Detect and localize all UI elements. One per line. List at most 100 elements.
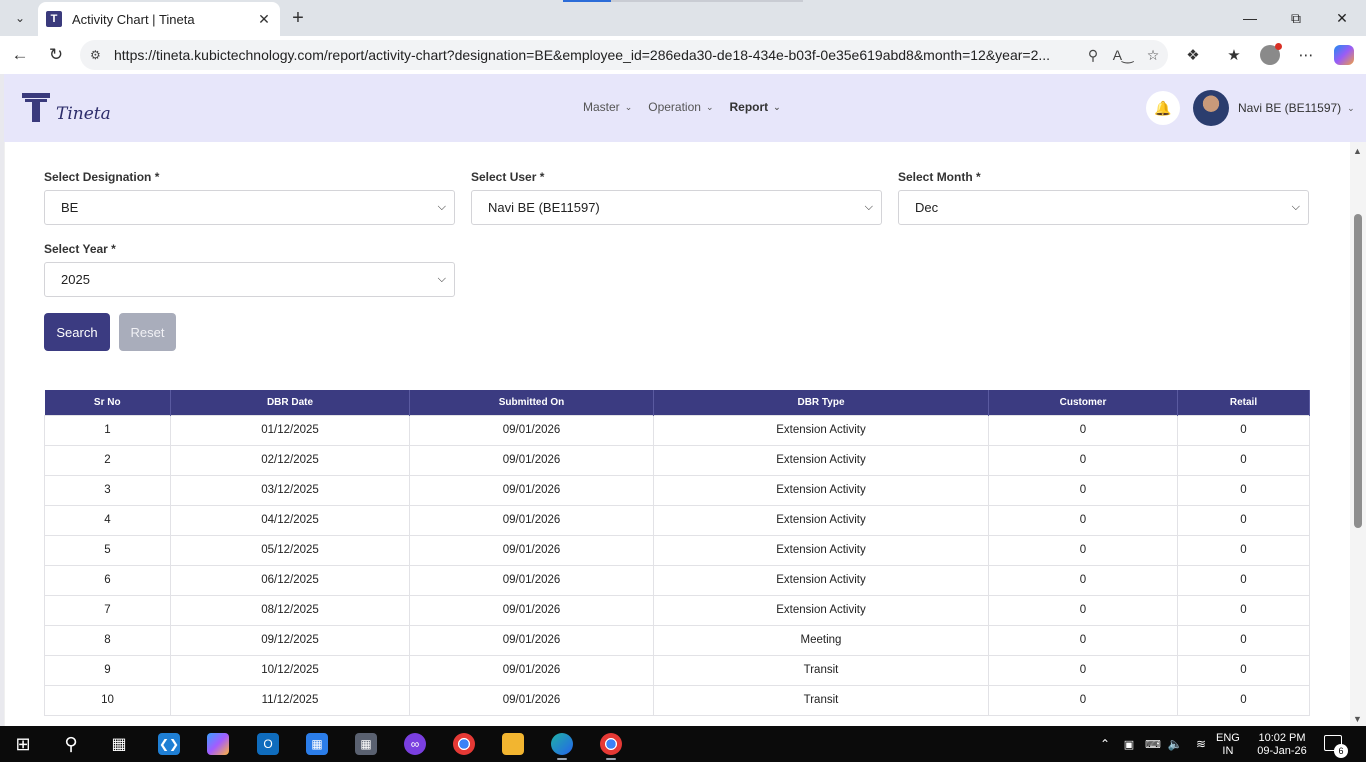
- cell-retail: 0: [1177, 594, 1310, 626]
- profile-avatar-icon[interactable]: [1258, 43, 1282, 67]
- tab-close-icon[interactable]: ✕: [256, 11, 272, 28]
- nav-report[interactable]: Report ⌄: [729, 100, 780, 114]
- outlook-icon[interactable]: O: [257, 733, 279, 755]
- volume-icon[interactable]: 🔈: [1164, 733, 1186, 755]
- column-header-retail[interactable]: Retail: [1177, 390, 1310, 415]
- cell-retail: 0: [1177, 414, 1310, 446]
- designation-value: BE: [61, 200, 79, 215]
- favorites-icon[interactable]: ★: [1222, 43, 1246, 67]
- user-avatar[interactable]: [1193, 90, 1229, 126]
- url-text[interactable]: https://tineta.kubictechnology.com/repor…: [114, 47, 1078, 63]
- table-row[interactable]: 7 08/12/2025 09/01/2026 Extension Activity 0…: [44, 594, 1310, 626]
- meet-app-icon[interactable]: ∞: [404, 733, 426, 755]
- back-arrow-icon[interactable]: ←: [8, 43, 32, 67]
- notification-bell-icon[interactable]: 🔔: [1146, 91, 1180, 125]
- calculator-icon[interactable]: ▦: [355, 733, 377, 755]
- task-view-icon[interactable]: ▦: [108, 733, 130, 755]
- browser-toolbar: ← ↻ ⚙ https://tineta.kubictechnology.com…: [0, 36, 1366, 74]
- tab-list-chevron-icon[interactable]: ⌄: [8, 6, 32, 30]
- table-row[interactable]: 9 10/12/2025 09/01/2026 Transit 0 0: [44, 654, 1310, 686]
- column-header-sr-no[interactable]: Sr No: [44, 390, 171, 415]
- copilot-icon[interactable]: [1332, 43, 1356, 67]
- edge-icon[interactable]: [551, 733, 573, 760]
- table-row[interactable]: 10 11/12/2025 09/01/2026 Transit 0 0: [44, 684, 1310, 716]
- reset-button[interactable]: Reset: [119, 313, 176, 351]
- tineta-logo-icon[interactable]: [22, 93, 50, 123]
- column-header-customer[interactable]: Customer: [988, 390, 1178, 415]
- cell-dbr-date: 10/12/2025: [170, 654, 410, 686]
- main-nav: Master ⌄ Operation ⌄ Report ⌄: [583, 100, 781, 114]
- minimize-icon[interactable]: —: [1238, 6, 1262, 30]
- scroll-down-arrow-icon[interactable]: ▼: [1353, 714, 1362, 724]
- windows-start-icon[interactable]: ⊞: [12, 733, 34, 755]
- table-row[interactable]: 3 03/12/2025 09/01/2026 Extension Activity 0…: [44, 474, 1310, 506]
- user-select[interactable]: Navi BE (BE11597) ⌵: [471, 190, 882, 225]
- search-button[interactable]: Search: [44, 313, 110, 351]
- cell-dbr-type: Extension Activity: [653, 564, 989, 596]
- nav-master[interactable]: Master ⌄: [583, 100, 632, 114]
- table-row[interactable]: 6 06/12/2025 09/01/2026 Extension Activity 0…: [44, 564, 1310, 596]
- network-icon[interactable]: ≋: [1190, 733, 1212, 755]
- chrome-icon[interactable]: [600, 733, 622, 760]
- system-clock[interactable]: 10:02 PM 09-Jan-26: [1253, 732, 1311, 758]
- site-info-icon[interactable]: ⚙: [90, 48, 108, 62]
- window-close-icon[interactable]: ✕: [1330, 6, 1354, 30]
- favorite-star-icon[interactable]: ☆: [1138, 47, 1168, 64]
- cell-customer: 0: [988, 594, 1178, 626]
- reload-icon[interactable]: ↻: [44, 43, 68, 67]
- cell-customer: 0: [988, 624, 1178, 656]
- cell-sr-no: 6: [44, 564, 171, 596]
- column-header-dbr-type[interactable]: DBR Type: [653, 390, 989, 415]
- table-row[interactable]: 8 09/12/2025 09/01/2026 Meeting 0 0: [44, 624, 1310, 656]
- chevron-down-icon: ⌵: [864, 201, 873, 213]
- language-indicator[interactable]: ENG IN: [1216, 732, 1240, 758]
- cell-submitted-on: 09/01/2026: [409, 504, 654, 536]
- cell-customer: 0: [988, 534, 1178, 566]
- column-header-submitted-on[interactable]: Submitted On: [409, 390, 654, 415]
- cell-dbr-type: Extension Activity: [653, 594, 989, 626]
- search-icon[interactable]: ⚲: [60, 733, 82, 755]
- month-select[interactable]: Dec ⌵: [898, 190, 1309, 225]
- vscode-icon[interactable]: ❮❯: [158, 733, 180, 755]
- cell-customer: 0: [988, 504, 1178, 536]
- user-menu[interactable]: Navi BE (BE11597) ⌄: [1238, 101, 1355, 115]
- nav-operation[interactable]: Operation ⌄: [648, 100, 713, 114]
- clock-date: 09-Jan-26: [1257, 745, 1307, 757]
- cell-submitted-on: 09/01/2026: [409, 624, 654, 656]
- column-header-dbr-date[interactable]: DBR Date: [170, 390, 410, 415]
- page-scrollbar[interactable]: ▲ ▼: [1350, 142, 1366, 726]
- meet-now-icon[interactable]: ▣: [1118, 733, 1140, 755]
- chevron-down-icon: ⌵: [437, 273, 446, 285]
- cell-sr-no: 8: [44, 624, 171, 656]
- year-select[interactable]: 2025 ⌵: [44, 262, 455, 297]
- input-indicator-icon[interactable]: ⌨: [1142, 733, 1164, 755]
- year-label: Select Year *: [44, 242, 116, 256]
- tray-chevron-up-icon[interactable]: ⌃: [1094, 733, 1116, 755]
- zoom-icon[interactable]: ⚲: [1078, 47, 1108, 64]
- read-aloud-icon[interactable]: A‿: [1108, 47, 1138, 64]
- scroll-thumb[interactable]: [1354, 214, 1362, 528]
- restore-icon[interactable]: ⧉: [1284, 6, 1308, 30]
- address-bar[interactable]: ⚙ https://tineta.kubictechnology.com/rep…: [80, 40, 1168, 70]
- user-value: Navi BE (BE11597): [488, 200, 600, 215]
- language-code: ENG: [1216, 732, 1240, 744]
- file-explorer-icon[interactable]: [502, 733, 524, 755]
- table-row[interactable]: 4 04/12/2025 09/01/2026 Extension Activity 0…: [44, 504, 1310, 536]
- scroll-up-arrow-icon[interactable]: ▲: [1353, 146, 1362, 156]
- activity-table: Sr No DBR Date Submitted On DBR Type Cus…: [44, 390, 1310, 716]
- cell-dbr-date: 08/12/2025: [170, 594, 410, 626]
- logo-text[interactable]: Tineta: [56, 104, 111, 124]
- copilot-app-icon[interactable]: [207, 733, 229, 755]
- browser-tab[interactable]: T Activity Chart | Tineta ✕: [38, 2, 280, 36]
- new-tab-plus-icon[interactable]: +: [286, 6, 310, 30]
- more-menu-icon[interactable]: ⋯: [1294, 43, 1318, 67]
- extensions-icon[interactable]: ❖: [1181, 43, 1205, 67]
- table-row[interactable]: 1 01/12/2025 09/01/2026 Extension Activity 0…: [44, 414, 1310, 446]
- nav-master-label: Master: [583, 100, 620, 114]
- table-row[interactable]: 5 05/12/2025 09/01/2026 Extension Activity 0…: [44, 534, 1310, 566]
- designation-select[interactable]: BE ⌵: [44, 190, 455, 225]
- cell-dbr-date: 05/12/2025: [170, 534, 410, 566]
- store-icon[interactable]: ▦: [306, 733, 328, 755]
- table-row[interactable]: 2 02/12/2025 09/01/2026 Extension Activity 0…: [44, 444, 1310, 476]
- chrome-icon[interactable]: [453, 733, 475, 755]
